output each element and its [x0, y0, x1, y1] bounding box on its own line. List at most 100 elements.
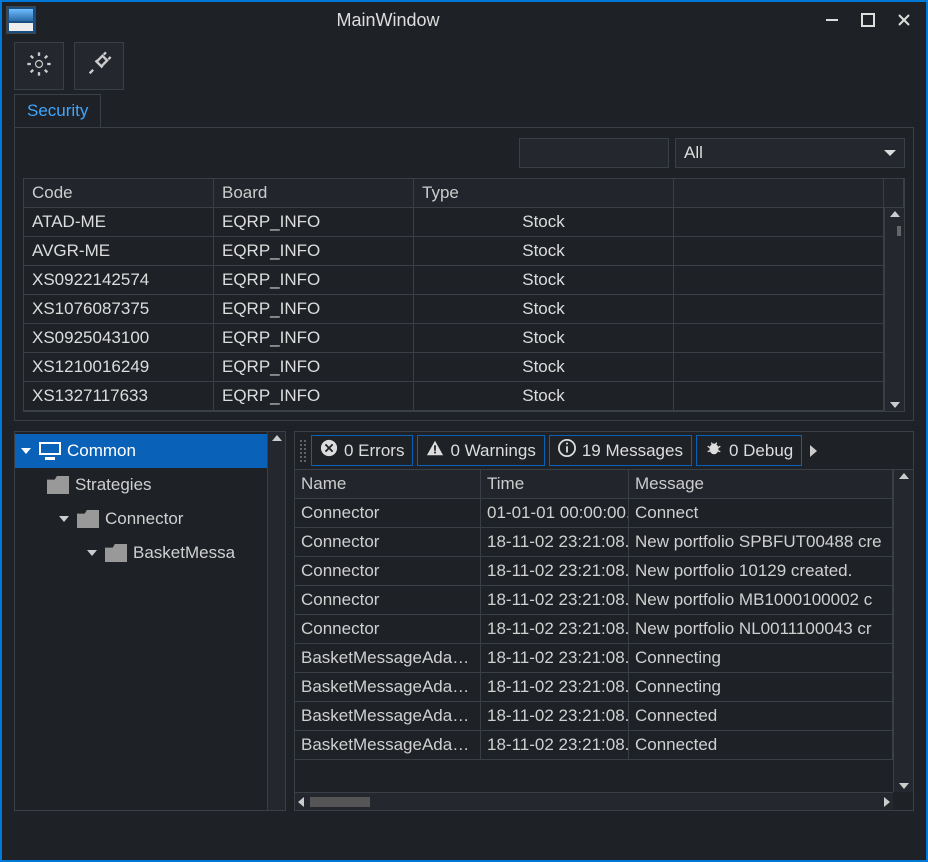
- scroll-down-icon: [890, 402, 900, 408]
- filter-text-input[interactable]: [519, 138, 669, 168]
- log-cell-time: 18-11-02 23:21:08.: [481, 731, 629, 760]
- warning-icon: [426, 439, 444, 462]
- maximize-button[interactable]: [850, 7, 886, 33]
- cell-code: XS1327117633: [24, 382, 214, 410]
- log-row[interactable]: BasketMessageAda… 18-11-02 23:21:08. Con…: [295, 702, 913, 731]
- bug-icon: [705, 439, 723, 462]
- log-horizontal-scrollbar[interactable]: [295, 792, 893, 810]
- log-row[interactable]: Connector 18-11-02 23:21:08. New portfol…: [295, 615, 913, 644]
- log-cell-name: BasketMessageAda…: [295, 702, 481, 731]
- folder-icon: [47, 476, 69, 494]
- log-row[interactable]: Connector 18-11-02 23:21:08. New portfol…: [295, 528, 913, 557]
- table-row[interactable]: ATAD-ME EQRP_INFO Stock: [24, 208, 904, 237]
- log-row[interactable]: BasketMessageAda… 18-11-02 23:21:08. Con…: [295, 731, 913, 760]
- lower-pane: Common Strategies Connector BasketMessa: [14, 431, 914, 811]
- col-code[interactable]: Code: [24, 179, 214, 207]
- log-cell-time: 01-01-01 00:00:00.: [481, 499, 629, 528]
- cell-board: EQRP_INFO: [214, 324, 414, 352]
- tree-item-basket[interactable]: BasketMessa: [15, 536, 285, 570]
- tree-label: Common: [67, 441, 136, 461]
- cell-type: Stock: [414, 382, 674, 410]
- cell-type: Stock: [414, 295, 674, 323]
- log-cell-name: Connector: [295, 615, 481, 644]
- plug-icon: [85, 50, 113, 83]
- warnings-label: 0 Warnings: [450, 441, 535, 461]
- log-row[interactable]: Connector 18-11-02 23:21:08. New portfol…: [295, 586, 913, 615]
- log-header: Name Time Message: [295, 470, 913, 499]
- tree-label: BasketMessa: [133, 543, 235, 563]
- cell-type: Stock: [414, 324, 674, 352]
- cell-board: EQRP_INFO: [214, 237, 414, 265]
- log-cell-time: 18-11-02 23:21:08.: [481, 586, 629, 615]
- log-cell-message: Connecting: [629, 673, 893, 702]
- grid-vertical-scrollbar[interactable]: [884, 208, 904, 411]
- log-cell-message: Connect: [629, 499, 893, 528]
- cell-board: EQRP_INFO: [214, 295, 414, 323]
- debug-label: 0 Debug: [729, 441, 793, 461]
- log-cell-message: New portfolio 10129 created.: [629, 557, 893, 586]
- scroll-left-icon: [298, 797, 304, 807]
- table-row[interactable]: XS1327117633 EQRP_INFO Stock: [24, 382, 904, 411]
- log-row[interactable]: Connector 18-11-02 23:21:08. New portfol…: [295, 557, 913, 586]
- errors-filter-button[interactable]: 0 Errors: [311, 435, 413, 466]
- cell-code: XS1210016249: [24, 353, 214, 381]
- col-type[interactable]: Type: [414, 179, 674, 207]
- log-cell-name: Connector: [295, 586, 481, 615]
- log-cell-message: New portfolio SPBFUT00488 cre: [629, 528, 893, 557]
- tab-strip: Security: [2, 94, 926, 127]
- tree-label: Connector: [105, 509, 183, 529]
- table-row[interactable]: AVGR-ME EQRP_INFO Stock: [24, 237, 904, 266]
- tree-item-strategies[interactable]: Strategies: [15, 468, 285, 502]
- cell-code: AVGR-ME: [24, 237, 214, 265]
- log-col-time[interactable]: Time: [481, 470, 629, 499]
- debug-filter-button[interactable]: 0 Debug: [696, 435, 802, 466]
- filter-type-select[interactable]: All: [675, 138, 905, 168]
- log-col-name[interactable]: Name: [295, 470, 481, 499]
- tab-security[interactable]: Security: [14, 94, 101, 127]
- cell-type: Stock: [414, 353, 674, 381]
- grip-icon[interactable]: [299, 439, 307, 463]
- table-row[interactable]: XS1210016249 EQRP_INFO Stock: [24, 353, 904, 382]
- log-row[interactable]: Connector 01-01-01 00:00:00. Connect: [295, 499, 913, 528]
- table-row[interactable]: XS0925043100 EQRP_INFO Stock: [24, 324, 904, 353]
- log-cell-message: Connecting: [629, 644, 893, 673]
- monitor-icon: [39, 442, 61, 460]
- close-button[interactable]: [886, 7, 922, 33]
- warnings-filter-button[interactable]: 0 Warnings: [417, 435, 544, 466]
- table-row[interactable]: XS1076087375 EQRP_INFO Stock: [24, 295, 904, 324]
- filter-type-label: All: [684, 143, 703, 163]
- log-toolbar: 0 Errors 0 Warnings 19 Messages 0 Debug: [295, 432, 913, 470]
- securities-grid: Code Board Type ATAD-ME EQRP_INFO Stock …: [23, 178, 905, 412]
- cell-code: ATAD-ME: [24, 208, 214, 236]
- col-scroll-gutter: [884, 179, 904, 207]
- scroll-down-icon: [899, 783, 909, 789]
- settings-button[interactable]: [14, 42, 64, 90]
- minimize-button[interactable]: [814, 7, 850, 33]
- log-row[interactable]: BasketMessageAda… 18-11-02 23:21:08. Con…: [295, 644, 913, 673]
- log-cell-name: Connector: [295, 557, 481, 586]
- expander-icon: [21, 448, 31, 454]
- main-toolbar: [2, 38, 926, 94]
- table-row[interactable]: XS0922142574 EQRP_INFO Stock: [24, 266, 904, 295]
- messages-filter-button[interactable]: 19 Messages: [549, 435, 692, 466]
- cell-type: Stock: [414, 237, 674, 265]
- col-board[interactable]: Board: [214, 179, 414, 207]
- scroll-thumb: [310, 797, 370, 807]
- gear-icon: [25, 50, 53, 83]
- tree-vertical-scrollbar[interactable]: [267, 432, 285, 810]
- log-vertical-scrollbar[interactable]: [893, 470, 913, 792]
- overflow-icon[interactable]: [810, 445, 817, 457]
- connect-button[interactable]: [74, 42, 124, 90]
- cell-type: Stock: [414, 208, 674, 236]
- tree-item-connector[interactable]: Connector: [15, 502, 285, 536]
- log-row[interactable]: BasketMessageAda… 18-11-02 23:21:08. Con…: [295, 673, 913, 702]
- tree-pane: Common Strategies Connector BasketMessa: [14, 431, 286, 811]
- log-pane: 0 Errors 0 Warnings 19 Messages 0 Debug: [294, 431, 914, 811]
- source-tree: Common Strategies Connector BasketMessa: [15, 432, 285, 572]
- grid-header: Code Board Type: [24, 179, 904, 208]
- tree-item-common[interactable]: Common: [15, 434, 285, 468]
- info-icon: [558, 439, 576, 462]
- cell-code: XS0925043100: [24, 324, 214, 352]
- log-col-message[interactable]: Message: [629, 470, 893, 499]
- filter-row: All: [23, 138, 905, 168]
